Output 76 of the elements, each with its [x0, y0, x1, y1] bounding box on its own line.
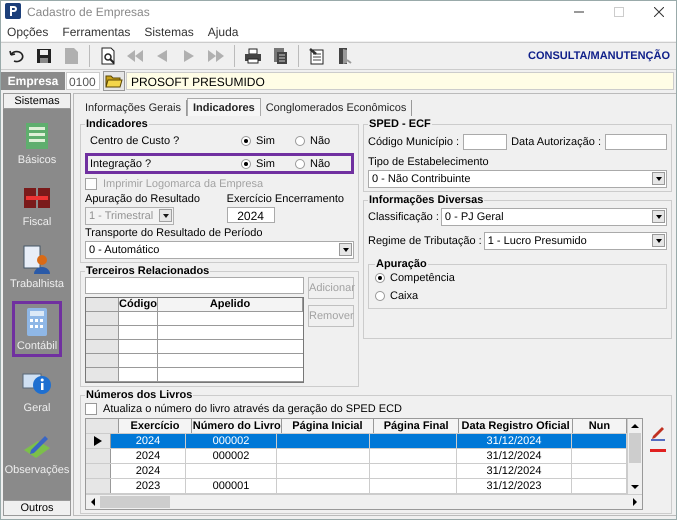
sidebar-header[interactable]: Sistemas [3, 93, 71, 109]
column-header[interactable]: Data Registro Oficial [459, 419, 573, 433]
column-header[interactable]: Número do Livro [192, 419, 282, 433]
field-label: Transporte do Resultado de Período [85, 227, 264, 239]
scroll-thumb[interactable] [100, 496, 170, 508]
sidebar-footer[interactable]: Outros [3, 500, 71, 516]
row-pointer-icon [94, 436, 102, 446]
field-label: Apuração do Resultado [85, 193, 200, 205]
table-cell: 000002 [186, 434, 277, 448]
search-field[interactable] [85, 277, 304, 294]
field-label: Código Município : [368, 136, 460, 148]
column-header[interactable]: Página Final [374, 419, 460, 433]
radio-option[interactable]: Competência [375, 270, 660, 286]
person-icon [20, 244, 53, 276]
radio-option[interactable]: Sim [241, 134, 295, 146]
company-code-field[interactable]: 0100 [66, 72, 100, 90]
year-field[interactable]: 2024 [226, 207, 275, 223]
sped-checkbox[interactable]: Atualiza o número do livro através da geração do SPED ECD [85, 401, 667, 416]
row-header[interactable] [86, 434, 111, 448]
table-row[interactable]: 2024 31/12/2024 [86, 464, 627, 479]
menu-item[interactable]: Sistemas [144, 25, 194, 39]
radio-option[interactable]: Não [295, 134, 349, 146]
edit-icon[interactable] [649, 424, 667, 442]
table-cell: 31/12/2024 [457, 434, 572, 448]
column-header[interactable]: Apelido [158, 298, 303, 311]
vertical-scrollbar[interactable] [627, 419, 642, 494]
field-label: Exercício Encerramento [226, 193, 344, 205]
folder-icon[interactable] [103, 71, 125, 91]
table-cell: 2023 [111, 479, 186, 493]
remove-icon[interactable] [649, 448, 667, 454]
column-header[interactable]: Nun [572, 419, 627, 433]
group-title: Números dos Livros [85, 389, 194, 401]
tab[interactable]: Conglomerados Econômicos [260, 100, 412, 116]
group-title: Indicadores [85, 118, 149, 130]
field-label: Tipo de Estabelecimento [368, 156, 490, 168]
table-row[interactable]: 2024 000002 31/12/2024 [86, 449, 627, 464]
field-label: Data Autorização : [511, 136, 601, 148]
date-field[interactable] [605, 134, 667, 150]
question-label: Integração ? [90, 158, 152, 170]
classificacao-dropdown[interactable]: 0 - PJ Geral [440, 208, 667, 226]
radio-option[interactable]: Não [295, 158, 349, 170]
field-label: Regime de Tributação : [368, 235, 482, 247]
empresa-label: Empresa [1, 72, 65, 90]
radio-option[interactable]: Sim [241, 158, 295, 170]
table-cell: 2024 [111, 464, 186, 478]
menu-item[interactable]: Ajuda [208, 25, 238, 39]
table-cell: 000001 [186, 479, 277, 493]
regime-dropdown[interactable]: 1 - Lucro Presumido [484, 232, 667, 250]
column-header[interactable]: Exercício [118, 419, 192, 433]
transporte-dropdown[interactable]: 0 - Automático [85, 241, 354, 259]
table-cell: 31/12/2024 [457, 464, 572, 478]
tab[interactable]: Indicadores [186, 98, 261, 116]
group-title: SPED - ECF [368, 118, 432, 130]
tipo-dropdown[interactable]: 0 - Não Contribuinte [368, 170, 667, 188]
mode-label: CONSULTA/MANUTENÇÃO [528, 50, 671, 62]
company-name-field[interactable]: PROSOFT PRESUMIDO [126, 72, 674, 90]
scroll-thumb[interactable] [629, 433, 641, 463]
group-title: Terceiros Relacionados [85, 265, 210, 277]
radio-option[interactable]: Caixa [375, 288, 660, 304]
table-cell: 31/12/2023 [457, 479, 572, 493]
table-cell: 2024 [111, 449, 186, 463]
horizontal-scrollbar[interactable] [86, 494, 642, 509]
field-label: Classificação : [368, 211, 439, 223]
table-row[interactable]: 2024 000002 31/12/2024 [86, 434, 627, 449]
menu-item[interactable]: Ferramentas [62, 25, 130, 39]
group-title: Informações Diversas [368, 194, 484, 206]
column-header[interactable]: Código [119, 298, 158, 311]
table-cell: 2024 [111, 434, 186, 448]
question-label: Centro de Custo ? [90, 134, 180, 146]
municipio-field[interactable] [463, 134, 508, 150]
menu-item[interactable]: Opções [7, 25, 48, 39]
table-cell: 000002 [186, 449, 277, 463]
window-title: Cadastro de Empresas [27, 5, 150, 19]
column-header[interactable]: Página Inicial [282, 419, 374, 433]
table-cell: 31/12/2024 [457, 449, 572, 463]
group-title: Apuração [375, 258, 428, 270]
